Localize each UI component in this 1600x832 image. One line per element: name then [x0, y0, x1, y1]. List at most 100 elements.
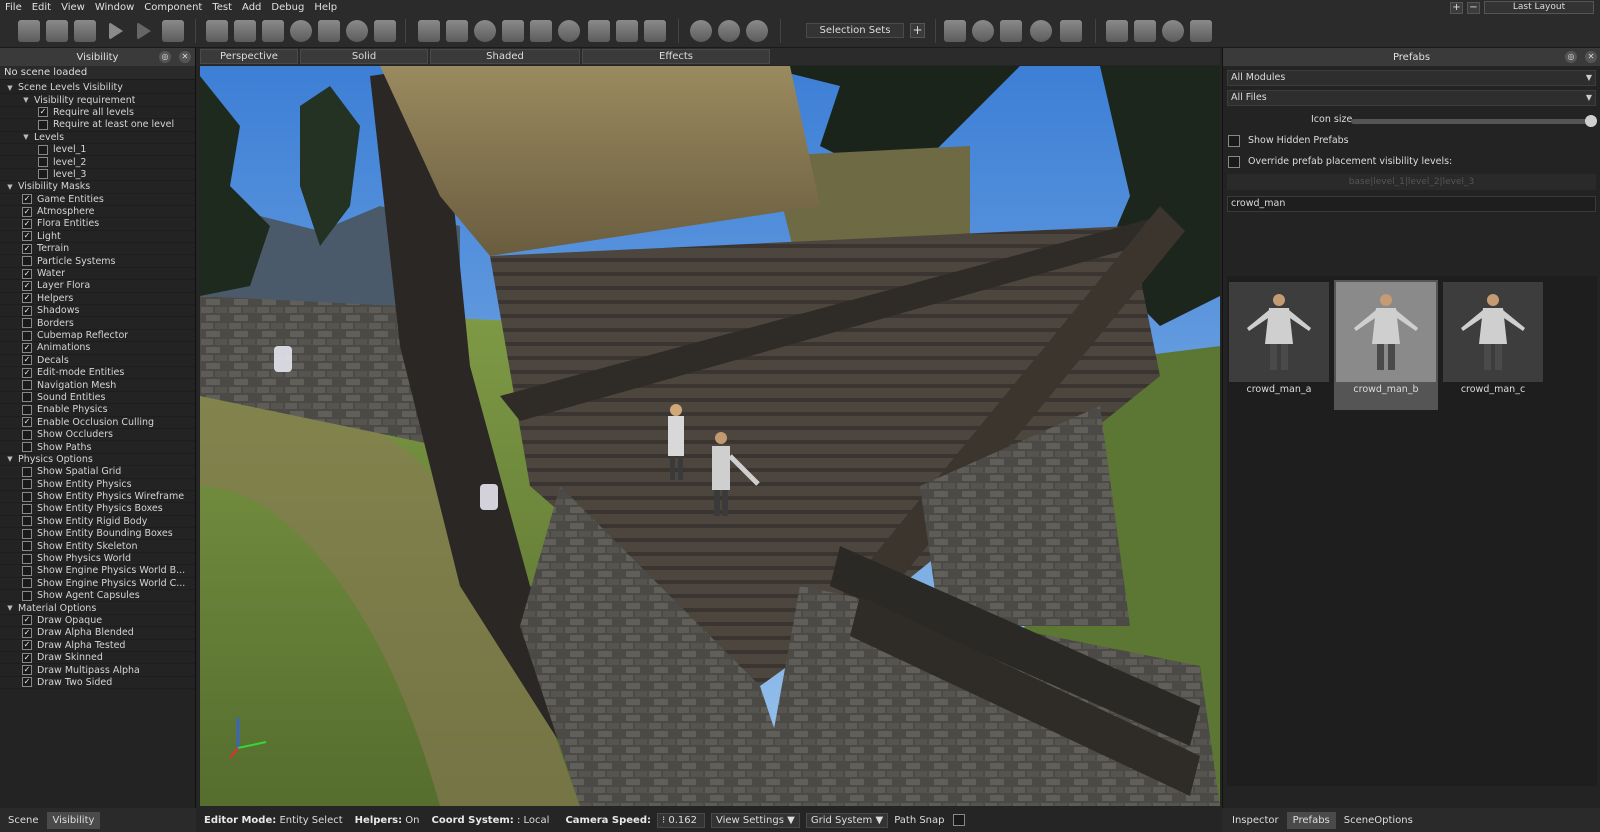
tree-checkbox[interactable]	[38, 169, 48, 180]
tree-checkbox[interactable]: ✓	[22, 305, 32, 316]
panel-options-icon[interactable]: ◎	[159, 51, 171, 63]
tree-row[interactable]: ✓ Draw Skinned	[0, 652, 195, 665]
tree-row[interactable]: Show Physics World	[0, 553, 195, 566]
tree-row[interactable]: Show Paths	[0, 441, 195, 454]
tree-checkbox[interactable]: ✓	[22, 417, 32, 428]
menu-edit[interactable]: Edit	[27, 2, 56, 13]
tree-checkbox[interactable]	[22, 565, 32, 576]
tab-effects[interactable]: Effects	[582, 49, 770, 64]
menu-help[interactable]: Help	[309, 2, 342, 13]
cursor-icon[interactable]	[374, 20, 396, 42]
pivot-icon[interactable]	[616, 20, 638, 42]
tree-checkbox[interactable]: ✓	[22, 206, 32, 217]
override-visibility-row[interactable]: Override prefab placement visibility lev…	[1223, 151, 1600, 172]
menu-component[interactable]: Component	[139, 2, 207, 13]
tree-checkbox[interactable]	[38, 157, 48, 168]
tab-scene[interactable]: Scene	[2, 812, 45, 829]
settings-gear-icon[interactable]	[972, 20, 994, 42]
triangle-down-icon[interactable]: ▼	[6, 183, 14, 191]
remove-layout-button[interactable]: −	[1467, 1, 1480, 14]
layout-select[interactable]: Last Layout	[1484, 1, 1594, 14]
sound-icon[interactable]	[1190, 20, 1212, 42]
grid-icon[interactable]	[1060, 20, 1082, 42]
stepper-icon[interactable]: ⁝	[662, 815, 665, 826]
tree-checkbox[interactable]	[22, 479, 32, 490]
tree-checkbox[interactable]: ✓	[22, 640, 32, 651]
tree-checkbox[interactable]: ✓	[38, 107, 48, 118]
tree-row[interactable]: Show Engine Physics World B...	[0, 565, 195, 578]
tree-row[interactable]: Show Entity Bounding Boxes	[0, 528, 195, 541]
tree-row[interactable]: Show Entity Rigid Body	[0, 516, 195, 529]
tree-row[interactable]: level_1	[0, 144, 195, 157]
tree-checkbox[interactable]	[38, 119, 48, 130]
tree-checkbox[interactable]	[22, 466, 32, 477]
align-icon[interactable]	[644, 20, 666, 42]
prefab-item[interactable]: crowd_man_c	[1441, 280, 1545, 410]
tab-sceneoptions[interactable]: SceneOptions	[1338, 812, 1419, 829]
tree-row[interactable]: Show Agent Capsules	[0, 590, 195, 603]
tree-row[interactable]: ✓ Edit-mode Entities	[0, 367, 195, 380]
play-outline-icon[interactable]	[137, 22, 151, 40]
tree-row[interactable]: ✓ Water	[0, 268, 195, 281]
play-icon[interactable]	[109, 22, 123, 40]
triangle-down-icon[interactable]: ▼	[22, 96, 30, 104]
tree-row[interactable]: Enable Physics	[0, 404, 195, 417]
new-scene-icon[interactable]	[18, 20, 40, 42]
triangle-down-icon[interactable]: ▼	[6, 604, 14, 612]
tree-checkbox[interactable]: ✓	[22, 627, 32, 638]
tree-row[interactable]: ✓ Layer Flora	[0, 280, 195, 293]
hand-icon[interactable]	[1000, 20, 1022, 42]
tree-row[interactable]: ▼ Visibility Masks	[0, 181, 195, 194]
tree-checkbox[interactable]: ✓	[22, 194, 32, 205]
tree-checkbox[interactable]	[22, 541, 32, 552]
axis-world-icon[interactable]	[746, 20, 768, 42]
prefab-item[interactable]: crowd_man_a	[1227, 280, 1331, 410]
tree-row[interactable]: ✓ Enable Occlusion Culling	[0, 417, 195, 429]
axis-icon[interactable]	[690, 20, 712, 42]
tree-row[interactable]: ▼ Material Options	[0, 602, 195, 615]
tree-checkbox[interactable]: ✓	[22, 665, 32, 676]
tree-row[interactable]: ✓ Game Entities	[0, 194, 195, 206]
tree-checkbox[interactable]	[22, 330, 32, 341]
eye-icon[interactable]	[1030, 20, 1052, 42]
tree-checkbox[interactable]: ✓	[22, 280, 32, 291]
tree-row[interactable]: Show Entity Skeleton	[0, 540, 195, 553]
terrain-paint-icon[interactable]	[262, 20, 284, 42]
tree-checkbox[interactable]	[22, 429, 32, 440]
camera-speed-input[interactable]: ⁝ 0.162	[657, 812, 705, 828]
scene-viewport[interactable]	[200, 66, 1220, 806]
tree-checkbox[interactable]	[22, 392, 32, 403]
tree-checkbox[interactable]	[22, 318, 32, 329]
files-select[interactable]: All Files ▼	[1227, 90, 1596, 106]
path-icon[interactable]	[346, 20, 368, 42]
tree-checkbox[interactable]	[22, 578, 32, 589]
tree-row[interactable]: ▼ Visibility requirement	[0, 94, 195, 107]
tree-checkbox[interactable]	[22, 503, 32, 514]
tree-row[interactable]: ✓ Draw Two Sided	[0, 677, 195, 690]
show-hidden-prefabs-row[interactable]: Show Hidden Prefabs	[1223, 130, 1600, 151]
tree-row[interactable]: ✓ Animations	[0, 342, 195, 355]
tree-row[interactable]: ✓ Draw Multipass Alpha	[0, 664, 195, 677]
tab-visibility[interactable]: Visibility	[46, 811, 101, 829]
tree-checkbox[interactable]: ✓	[22, 218, 32, 229]
terrain-icon[interactable]	[206, 20, 228, 42]
tree-row[interactable]: ✓ Light	[0, 231, 195, 244]
snap-icon[interactable]	[558, 20, 580, 42]
panel-options-icon[interactable]: ◎	[1565, 51, 1577, 63]
tree-checkbox[interactable]: ✓	[22, 342, 32, 353]
tree-checkbox[interactable]	[22, 528, 32, 539]
close-icon[interactable]: ✕	[179, 51, 191, 63]
tree-row[interactable]: ✓ Shadows	[0, 305, 195, 318]
tree-row[interactable]: Cubemap Reflector	[0, 330, 195, 343]
tab-inspector[interactable]: Inspector	[1226, 812, 1285, 829]
tree-checkbox[interactable]	[22, 491, 32, 502]
cube-icon[interactable]	[418, 20, 440, 42]
menu-window[interactable]: Window	[90, 2, 139, 13]
selection-sets-select[interactable]: Selection Sets	[806, 23, 904, 38]
package-icon[interactable]	[1106, 20, 1128, 42]
tree-row[interactable]: level_3	[0, 169, 195, 182]
tree-row[interactable]: Borders	[0, 317, 195, 330]
lock-icon[interactable]	[162, 20, 184, 42]
add-layout-button[interactable]: +	[1450, 1, 1463, 14]
prefab-search-input[interactable]: crowd_man	[1227, 196, 1596, 212]
